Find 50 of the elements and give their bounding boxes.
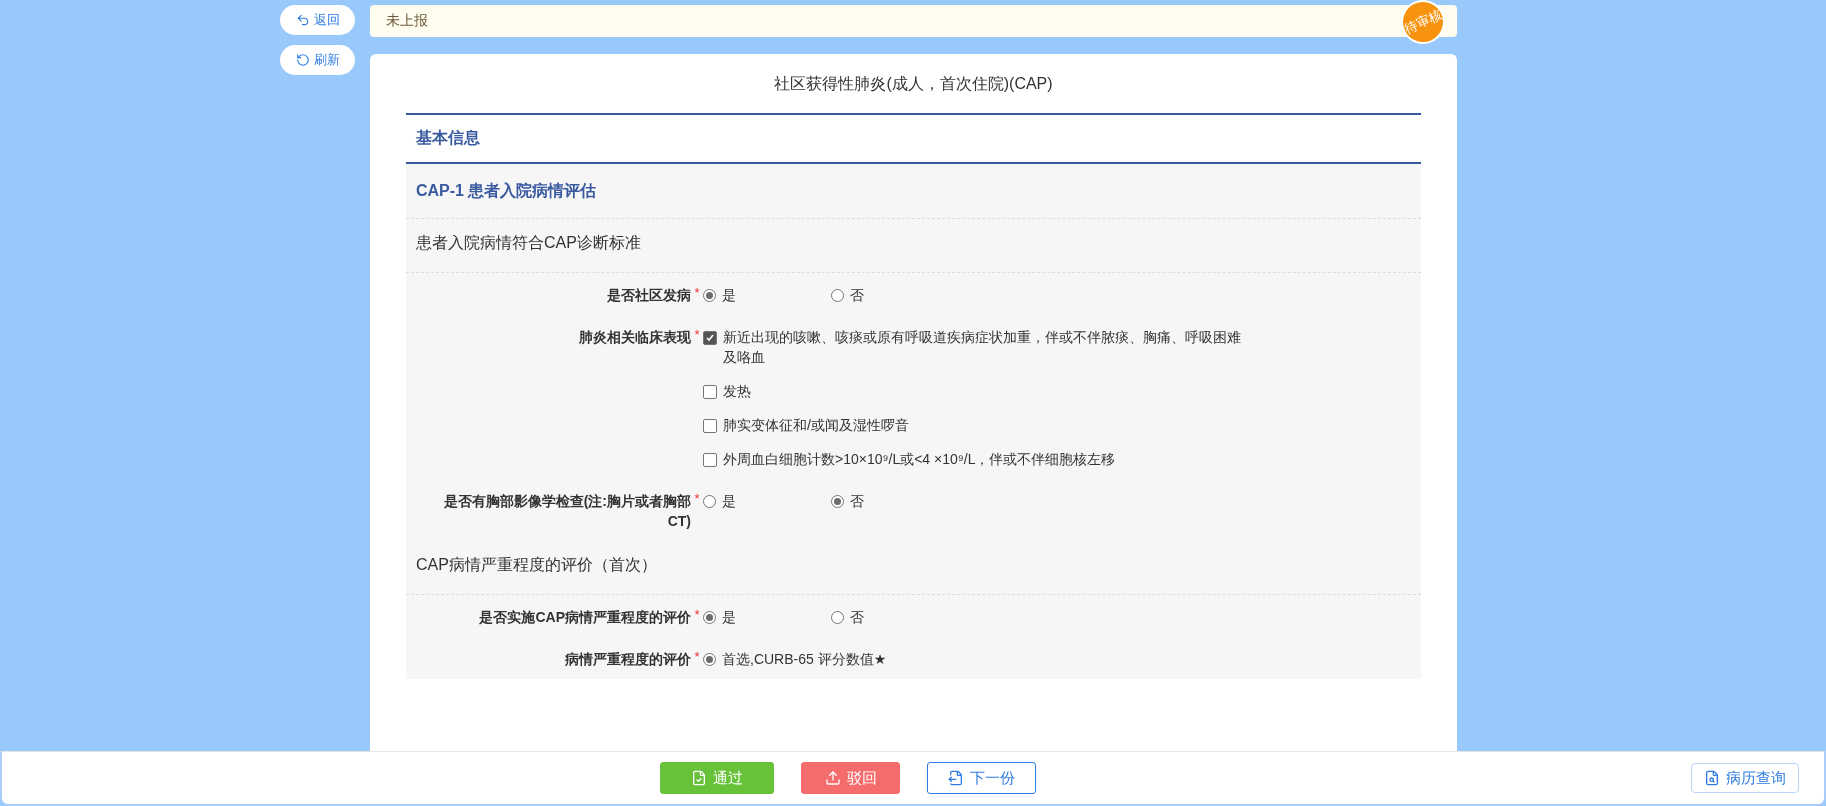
form-title: 社区获得性肺炎(成人，首次住院)(CAP) [773, 74, 1054, 94]
refresh-button[interactable]: 刷新 [280, 45, 355, 75]
group-title: CAP-1 患者入院病情评估 [406, 164, 1421, 219]
file-check-icon [691, 770, 707, 786]
field-label: 是否实施CAP病情严重程度的评价 [478, 608, 691, 627]
option-label: 否 [850, 286, 864, 305]
refresh-icon [295, 53, 310, 67]
radio-button[interactable] [831, 289, 844, 302]
reject-button[interactable]: 驳回 [801, 762, 900, 794]
radio-button[interactable] [703, 495, 716, 508]
field-label: 是否有胸部影像学检查(注:胸片或者胸部CT) [442, 492, 691, 531]
next-button[interactable]: 下一份 [927, 762, 1036, 794]
file-search-icon [1704, 770, 1720, 786]
required-mark: * [693, 607, 701, 622]
checkbox[interactable] [703, 385, 717, 399]
subsection-heading: 患者入院病情符合CAP诊断标准 [406, 219, 1421, 273]
radio-button[interactable] [703, 611, 716, 624]
field-label: 肺炎相关临床表现 [578, 328, 691, 347]
option-label: 否 [850, 608, 864, 627]
approve-button[interactable]: 通过 [660, 762, 774, 794]
option-label: 发热 [723, 382, 751, 401]
option-label: 首选,CURB-65 评分数值★ [722, 650, 887, 669]
option-label: 是 [722, 492, 736, 511]
option-label: 是 [722, 286, 736, 305]
option-label: 外周血白细胞计数>10×10⁹/L或<4 ×10⁹/L，伴或不伴细胞核左移 [723, 450, 1116, 469]
subsection-heading: CAP病情严重程度的评价（首次） [406, 541, 1421, 595]
file-export-icon [948, 770, 964, 786]
required-mark: * [693, 649, 701, 664]
field-label: 病情严重程度的评价 [564, 650, 691, 669]
checkbox[interactable] [703, 453, 717, 467]
radio-button[interactable] [703, 289, 716, 302]
checkbox[interactable] [703, 331, 717, 345]
upload-icon [824, 770, 841, 786]
required-mark: * [693, 491, 701, 506]
radio-button[interactable] [703, 653, 716, 666]
field-label: 是否社区发病 [606, 286, 691, 305]
back-button[interactable]: 返回 [280, 5, 355, 35]
status-text: 未上报 [386, 12, 428, 30]
option-label: 新近出现的咳嗽、咳痰或原有呼吸道疾病症状加重，伴或不伴脓痰、胸痛、呼吸困难及咯血 [723, 328, 1242, 367]
checkbox[interactable] [703, 419, 717, 433]
required-mark: * [693, 285, 701, 300]
radio-button[interactable] [831, 611, 844, 624]
section-header: 基本信息 [406, 113, 1421, 164]
option-label: 是 [722, 608, 736, 627]
radio-button[interactable] [831, 495, 844, 508]
required-mark: * [693, 327, 701, 342]
undo-icon [295, 13, 310, 27]
record-query-button[interactable]: 病历查询 [1691, 763, 1799, 793]
option-label: 肺实变体征和/或闻及湿性啰音 [723, 416, 909, 435]
option-label: 否 [850, 492, 864, 511]
